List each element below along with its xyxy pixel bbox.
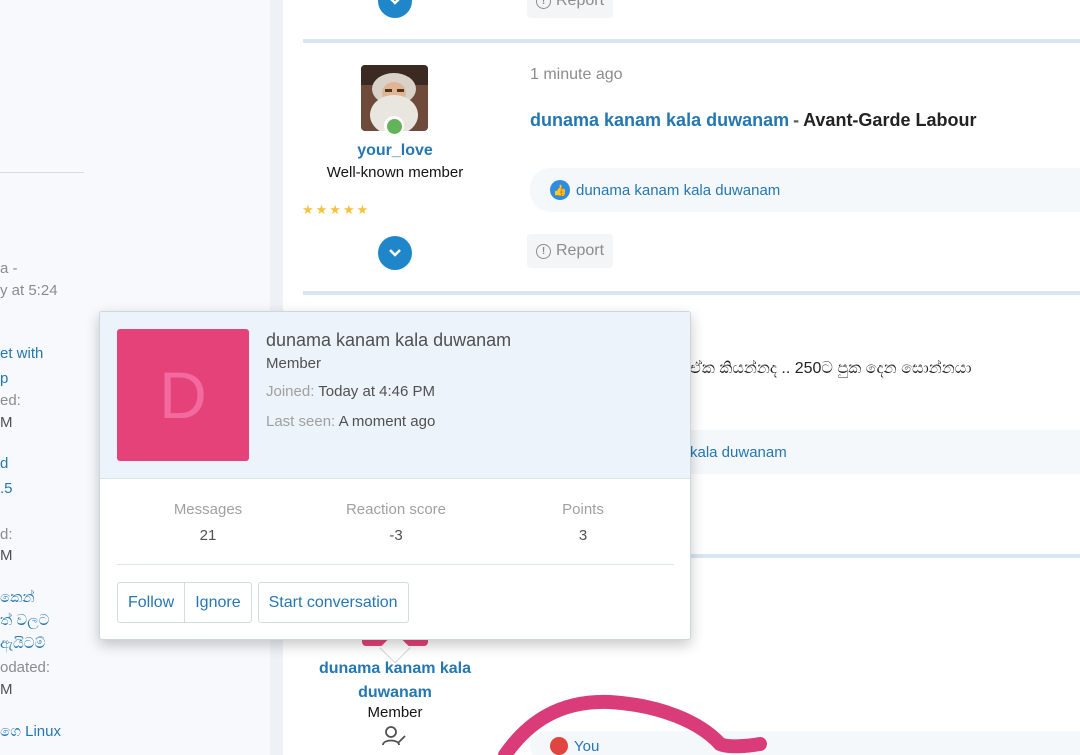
annotation-stroke [498,694,767,755]
